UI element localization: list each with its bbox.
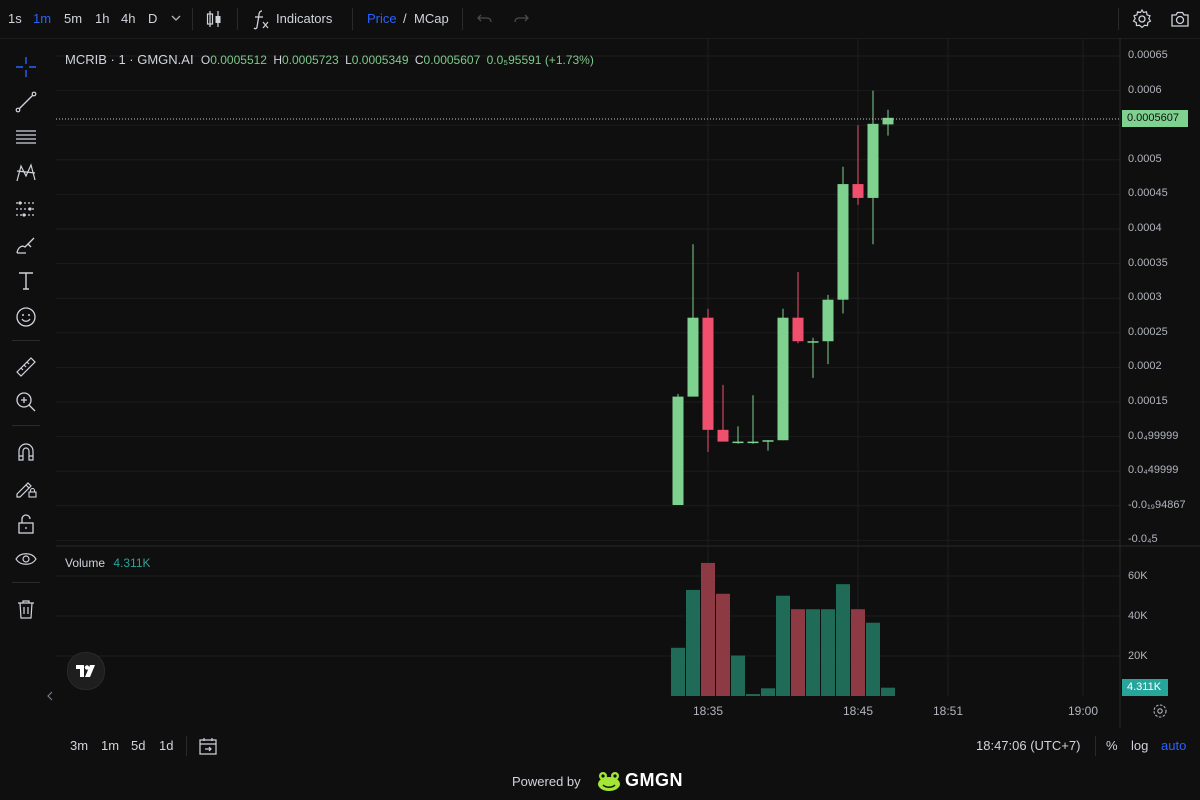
candle-body (852, 184, 864, 198)
auto-scale-toggle[interactable]: auto (1161, 738, 1186, 753)
volume-bar (686, 589, 700, 696)
volume-bar (701, 562, 715, 696)
time-axis-label: 19:00 (1068, 704, 1099, 718)
bottom-bar: 3m 1m 5d 1d 18:47:06 (UTC+7) % log auto (0, 728, 1200, 764)
price-axis-label: 0.0₄49999 (1128, 464, 1179, 477)
time-axis-label: 18:45 (843, 704, 874, 718)
gmgn-brand-label: GMGN (625, 770, 683, 790)
gmgn-frog-logo-icon (596, 769, 622, 796)
candle-body (762, 440, 774, 442)
range-1d[interactable]: 1d (159, 738, 173, 753)
volume-bar (746, 694, 760, 696)
candle-body (822, 299, 834, 342)
price-axis-label: 0.00045 (1128, 187, 1168, 200)
price-axis-label: 0.0002 (1128, 360, 1162, 373)
axis-settings-gear-icon[interactable] (1152, 703, 1168, 722)
price-axis-label: 0.0004 (1128, 222, 1162, 234)
open-key: O (200, 53, 211, 67)
price-axis-label: 0.0006 (1128, 83, 1162, 96)
open-value: 0.0005512 (210, 53, 267, 67)
candle-body (717, 429, 729, 442)
candle-body (792, 317, 804, 342)
low-value: 0.0005349 (351, 53, 409, 67)
chart-legend: MCRIB · 1 · GMGN.AI O0.0005512 H0.000572… (65, 52, 594, 67)
range-3m[interactable]: 3m (70, 738, 88, 753)
price-axis-label: -0.0₁₉94867 (1128, 498, 1186, 511)
volume-bar (851, 609, 865, 696)
powered-by-label: Powered by (512, 774, 581, 789)
date-range-calendar-icon[interactable] (197, 735, 219, 760)
volume-bar (806, 609, 820, 696)
price-axis-label: 0.00015 (1128, 395, 1168, 407)
high-key: H (273, 53, 282, 67)
price-axis-label: 0.00025 (1128, 325, 1168, 338)
tradingview-logo[interactable] (67, 652, 105, 690)
current-volume-tag: 4.311K (1122, 679, 1168, 696)
price-chart[interactable] (0, 0, 1200, 800)
log-scale-toggle[interactable]: log (1131, 738, 1148, 753)
candle-body (837, 184, 849, 300)
high-value: 0.0005723 (282, 53, 339, 67)
low-key: L (345, 53, 352, 67)
symbol-label: MCRIB · 1 · GMGN.AI (65, 52, 194, 67)
time-axis-label: 18:35 (693, 704, 724, 718)
close-value: 0.0005607 (423, 53, 481, 67)
candle-body (702, 317, 714, 430)
change-value: 0.0₅95591 (+1.73%) (486, 53, 594, 67)
candle-body (687, 317, 699, 397)
volume-axis-label: 20K (1128, 650, 1148, 662)
volume-bar (866, 622, 880, 696)
price-axis-label: 0.0005 (1128, 152, 1162, 165)
volume-bar (761, 688, 775, 696)
candle-body (807, 341, 819, 343)
candle-body (732, 441, 744, 444)
price-axis-label: -0.0₄5 (1128, 533, 1158, 546)
price-axis-label: 0.0003 (1128, 291, 1162, 304)
candle-body (867, 123, 879, 198)
volume-bar (836, 584, 850, 696)
candle-body (747, 441, 759, 444)
volume-bar (881, 687, 895, 696)
volume-axis-label: 60K (1128, 570, 1148, 582)
volume-label: Volume (65, 556, 106, 570)
range-5d[interactable]: 5d (131, 738, 145, 753)
volume-bar (716, 593, 730, 696)
price-axis-label: 0.0₄99999 (1128, 429, 1179, 442)
volume-legend: Volume 4.311K (65, 556, 151, 570)
toolbar-divider (186, 736, 187, 756)
price-axis-label: 0.00065 (1128, 49, 1168, 61)
volume-bar (671, 647, 685, 696)
price-axis-label: 0.00035 (1128, 256, 1168, 269)
footer: Powered by GMGN (0, 764, 1200, 800)
current-price-tag: 0.0005607 (1122, 110, 1188, 127)
clock-timezone[interactable]: 18:47:06 (UTC+7) (976, 738, 1080, 753)
time-axis-label: 18:51 (933, 704, 964, 718)
candle-body (672, 396, 684, 505)
volume-value: 4.311K (113, 556, 151, 570)
volume-bar (821, 609, 835, 696)
volume-bar (731, 655, 745, 696)
volume-bar (791, 609, 805, 696)
volume-axis-label: 40K (1128, 610, 1148, 622)
candle-body (777, 317, 789, 441)
volume-bar (776, 595, 790, 696)
percent-scale-toggle[interactable]: % (1106, 738, 1118, 753)
close-key: C (414, 53, 424, 67)
toolbar-divider (1095, 736, 1096, 756)
range-1m[interactable]: 1m (101, 738, 119, 753)
